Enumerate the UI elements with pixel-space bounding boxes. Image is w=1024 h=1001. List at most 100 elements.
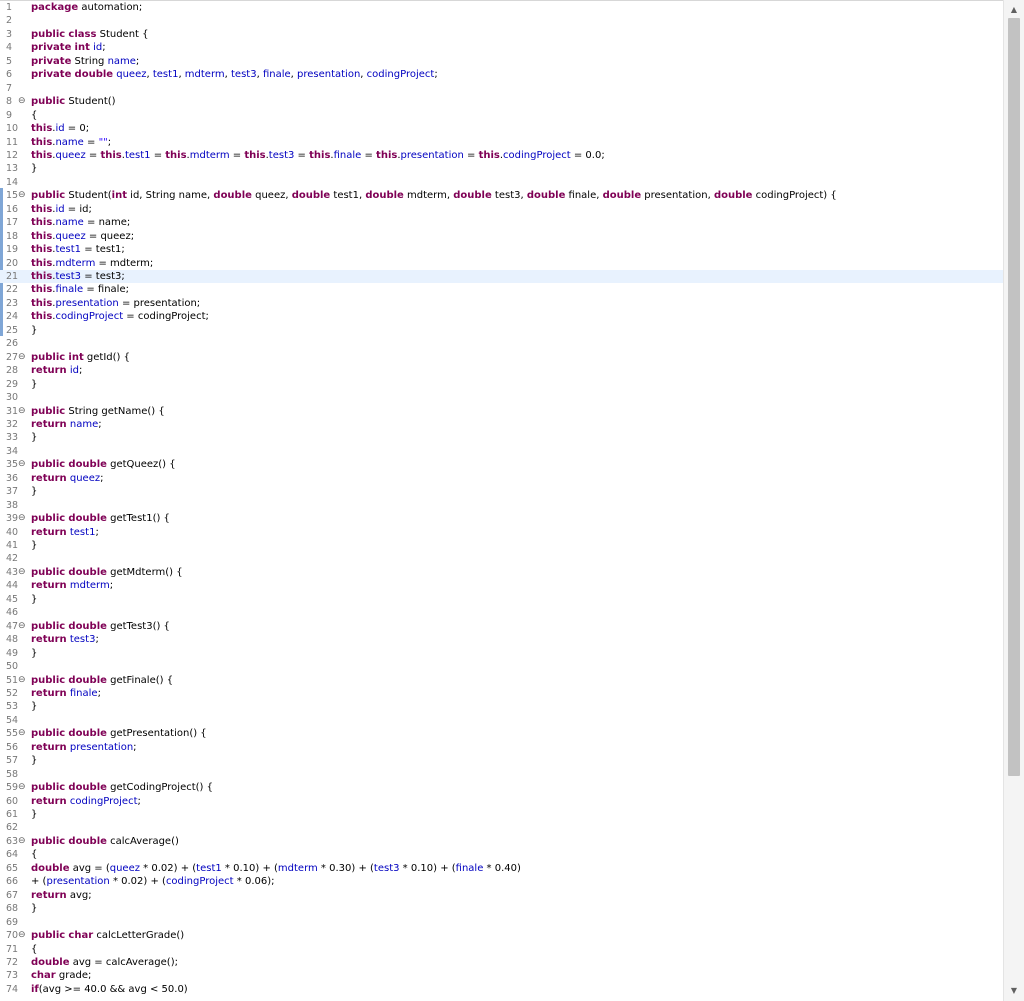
code-text[interactable]: return test1;	[31, 526, 99, 539]
code-text[interactable]: public double getFinale() {	[31, 674, 173, 687]
code-text[interactable]: return id;	[31, 364, 82, 377]
code-line[interactable]: 6 private double queez, test1, mdterm, te…	[0, 68, 1004, 81]
code-line[interactable]: 38	[0, 499, 1004, 512]
code-line[interactable]: 47 ⊖ public double getTest3() {	[0, 620, 1004, 633]
code-text[interactable]: {	[31, 848, 37, 861]
code-line[interactable]: 44 return mdterm;	[0, 579, 1004, 592]
code-line[interactable]: 48 return test3;	[0, 633, 1004, 646]
code-line[interactable]: 25}	[0, 324, 1004, 337]
code-text[interactable]: double avg = calcAverage();	[31, 956, 178, 969]
code-line[interactable]: 2	[0, 14, 1004, 27]
code-text[interactable]: public double getTest3() {	[31, 620, 170, 633]
code-line[interactable]: 36 return queez;	[0, 472, 1004, 485]
code-text[interactable]: private String name;	[31, 55, 139, 68]
collapse-minus-icon[interactable]: ⊖	[18, 835, 27, 848]
code-text[interactable]: private int id;	[31, 41, 106, 54]
code-text[interactable]: public class Student {	[31, 28, 149, 41]
code-line[interactable]: 12 this.queez = this.test1 = this.mdterm …	[0, 149, 1004, 162]
code-text[interactable]: public double getQueez() {	[31, 458, 176, 471]
code-line[interactable]: 34	[0, 445, 1004, 458]
code-text[interactable]: this.name = name;	[31, 216, 130, 229]
code-line[interactable]: 1 package automation;	[0, 1, 1004, 14]
code-text[interactable]: public double getPresentation() {	[31, 727, 207, 740]
code-text[interactable]: + (presentation * 0.02) + (codingProject…	[31, 875, 275, 888]
code-line[interactable]: 50	[0, 660, 1004, 673]
code-text[interactable]: public double getMdterm() {	[31, 566, 183, 579]
code-text[interactable]: return queez;	[31, 472, 103, 485]
code-line[interactable]: 20 this.mdterm = mdterm;	[0, 257, 1004, 270]
code-line[interactable]: 67 return avg;	[0, 889, 1004, 902]
code-text[interactable]: this.finale = finale;	[31, 283, 129, 296]
code-line[interactable]: 61}	[0, 808, 1004, 821]
code-line[interactable]: 66 + (presentation * 0.02) + (codingProje…	[0, 875, 1004, 888]
code-line[interactable]: 29}	[0, 378, 1004, 391]
code-line[interactable]: 64 {	[0, 848, 1004, 861]
collapse-minus-icon[interactable]: ⊖	[18, 512, 27, 525]
code-text[interactable]: this.id = 0;	[31, 122, 89, 135]
code-line[interactable]: 62	[0, 821, 1004, 834]
code-line[interactable]: 72 double avg = calcAverage();	[0, 956, 1004, 969]
collapse-minus-icon[interactable]: ⊖	[18, 351, 27, 364]
code-text[interactable]: return presentation;	[31, 741, 137, 754]
code-line[interactable]: 39 ⊖ public double getTest1() {	[0, 512, 1004, 525]
code-line[interactable]: 31 ⊖ public String getName() {	[0, 405, 1004, 418]
code-line[interactable]: 53}	[0, 700, 1004, 713]
code-line[interactable]: 60 return codingProject;	[0, 795, 1004, 808]
code-line[interactable]: 56 return presentation;	[0, 741, 1004, 754]
code-line[interactable]: 28 return id;	[0, 364, 1004, 377]
code-text[interactable]: private double queez, test1, mdterm, tes…	[31, 68, 438, 81]
code-line[interactable]: 70 ⊖ public char calcLetterGrade()	[0, 929, 1004, 942]
code-text[interactable]: return avg;	[31, 889, 92, 902]
code-line[interactable]: 8 ⊖ public Student()	[0, 95, 1004, 108]
scrollbar-thumb[interactable]	[1008, 18, 1020, 776]
code-text[interactable]: }	[31, 700, 37, 713]
vertical-scrollbar[interactable]: ▲ ▼	[1003, 0, 1024, 1001]
code-text[interactable]: package automation;	[31, 1, 142, 14]
collapse-minus-icon[interactable]: ⊖	[18, 674, 27, 687]
code-text[interactable]: public double calcAverage()	[31, 835, 179, 848]
code-line[interactable]: 9{	[0, 109, 1004, 122]
code-line[interactable]: 57}	[0, 754, 1004, 767]
code-line[interactable]: 26	[0, 337, 1004, 350]
code-text[interactable]: public String getName() {	[31, 405, 165, 418]
code-line[interactable]: 13}	[0, 162, 1004, 175]
chevron-down-icon[interactable]: ▼	[1004, 983, 1024, 999]
code-text[interactable]: this.test1 = test1;	[31, 243, 125, 256]
code-line[interactable]: 43 ⊖ public double getMdterm() {	[0, 566, 1004, 579]
code-line[interactable]: 5 private String name;	[0, 55, 1004, 68]
collapse-minus-icon[interactable]: ⊖	[18, 405, 27, 418]
code-line[interactable]: 41}	[0, 539, 1004, 552]
code-text[interactable]: this.mdterm = mdterm;	[31, 257, 153, 270]
collapse-minus-icon[interactable]: ⊖	[18, 458, 27, 471]
code-text[interactable]: public Student()	[31, 95, 116, 108]
code-line[interactable]: 73 char grade;	[0, 969, 1004, 982]
collapse-minus-icon[interactable]: ⊖	[18, 929, 27, 942]
code-line[interactable]: 11 this.name = "";	[0, 136, 1004, 149]
chevron-up-icon[interactable]: ▲	[1004, 2, 1024, 18]
code-text[interactable]: this.presentation = presentation;	[31, 297, 200, 310]
code-line[interactable]: 59 ⊖ public double getCodingProject() {	[0, 781, 1004, 794]
code-line[interactable]: 68}	[0, 902, 1004, 915]
code-text[interactable]: if(avg >= 40.0 && avg < 50.0)	[31, 983, 188, 996]
code-line[interactable]: 24 this.codingProject = codingProject;	[0, 310, 1004, 323]
code-text[interactable]: public double getTest1() {	[31, 512, 170, 525]
code-line[interactable]: 45}	[0, 593, 1004, 606]
collapse-minus-icon[interactable]: ⊖	[18, 727, 27, 740]
collapse-minus-icon[interactable]: ⊖	[18, 620, 27, 633]
code-text[interactable]: this.queez = this.test1 = this.mdterm = …	[31, 149, 605, 162]
code-text[interactable]: this.codingProject = codingProject;	[31, 310, 209, 323]
code-text[interactable]: }	[31, 162, 37, 175]
code-line[interactable]: 46	[0, 606, 1004, 619]
code-text[interactable]: }	[31, 593, 37, 606]
code-text[interactable]: }	[31, 539, 37, 552]
code-line[interactable]: 40 return test1;	[0, 526, 1004, 539]
code-text[interactable]: }	[31, 324, 37, 337]
code-line[interactable]: 22 this.finale = finale;	[0, 283, 1004, 296]
code-text[interactable]: public int getId() {	[31, 351, 130, 364]
code-line[interactable]: 58	[0, 768, 1004, 781]
collapse-minus-icon[interactable]: ⊖	[18, 781, 27, 794]
code-line[interactable]: 52 return finale;	[0, 687, 1004, 700]
code-line[interactable]: 27 ⊖ public int getId() {	[0, 351, 1004, 364]
code-line[interactable]: 71 {	[0, 943, 1004, 956]
code-text[interactable]: }	[31, 431, 37, 444]
